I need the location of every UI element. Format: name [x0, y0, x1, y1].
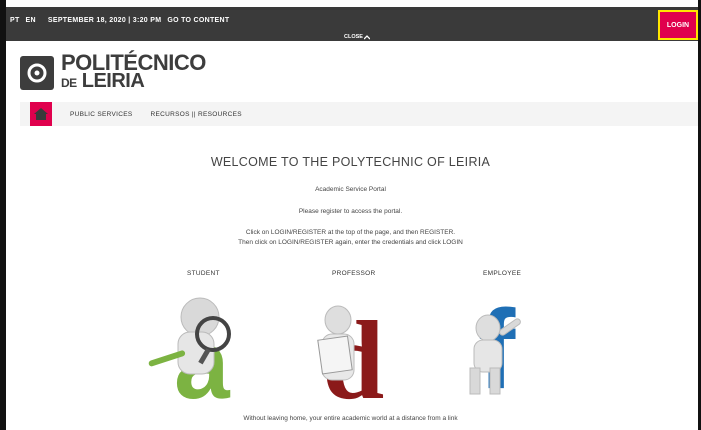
- nav-item-public-services[interactable]: PUBLIC SERVICES: [70, 111, 133, 118]
- top-bar-meta: PT EN SEPTEMBER 18, 2020 | 3:20 PM GO TO…: [10, 17, 229, 24]
- portal-subtitle: Academic Service Portal: [315, 186, 386, 193]
- employee-illustration[interactable]: f: [460, 288, 580, 403]
- logo-line-2: DE LEIRIA: [61, 70, 206, 93]
- logo-line-2-main: LEIRIA: [81, 70, 145, 92]
- register-note: Please register to access the portal.: [298, 208, 403, 215]
- login-button[interactable]: LOGIN: [658, 10, 698, 40]
- student-illustration[interactable]: a: [140, 290, 270, 405]
- logo-mark-icon: [20, 56, 54, 90]
- instructions-line-2: Then click on LOGIN/REGISTER again, ente…: [238, 239, 463, 246]
- go-to-content-link[interactable]: GO TO CONTENT: [167, 17, 229, 24]
- main-nav: PUBLIC SERVICES RECURSOS || RESOURCES: [20, 102, 698, 126]
- professor-illustration[interactable]: d: [300, 292, 420, 405]
- home-button[interactable]: [30, 102, 52, 126]
- login-label: LOGIN: [666, 21, 690, 29]
- window-frame-left: [0, 0, 6, 430]
- site-logo[interactable]: POLITÉCNICO DE LEIRIA: [20, 52, 206, 93]
- logo-text: POLITÉCNICO DE LEIRIA: [61, 52, 206, 93]
- top-bar: PT EN SEPTEMBER 18, 2020 | 3:20 PM GO TO…: [6, 7, 698, 41]
- instructions-line-1: Click on LOGIN/REGISTER at the top of th…: [245, 229, 456, 236]
- home-icon: [34, 108, 48, 120]
- page-title: WELCOME TO THE POLYTECHNIC OF LEIRIA: [210, 155, 491, 169]
- role-label-employee: EMPLOYEE: [483, 270, 522, 277]
- role-label-professor: PROFESSOR: [332, 270, 376, 277]
- lang-pt-link[interactable]: PT: [10, 17, 20, 24]
- datetime-text: SEPTEMBER 18, 2020 | 3:20 PM: [47, 17, 162, 24]
- footer-text: Without leaving home, your entire academ…: [243, 415, 458, 422]
- lang-en-link[interactable]: EN: [26, 17, 36, 24]
- nav-item-resources[interactable]: RECURSOS || RESOURCES: [151, 111, 242, 118]
- role-label-student: STUDENT: [187, 270, 220, 277]
- chevron-up-icon: [363, 34, 370, 39]
- close-button[interactable]: CLOSE: [344, 34, 370, 40]
- logo-line-2-prefix: DE: [61, 76, 77, 90]
- close-label: CLOSE: [344, 34, 363, 40]
